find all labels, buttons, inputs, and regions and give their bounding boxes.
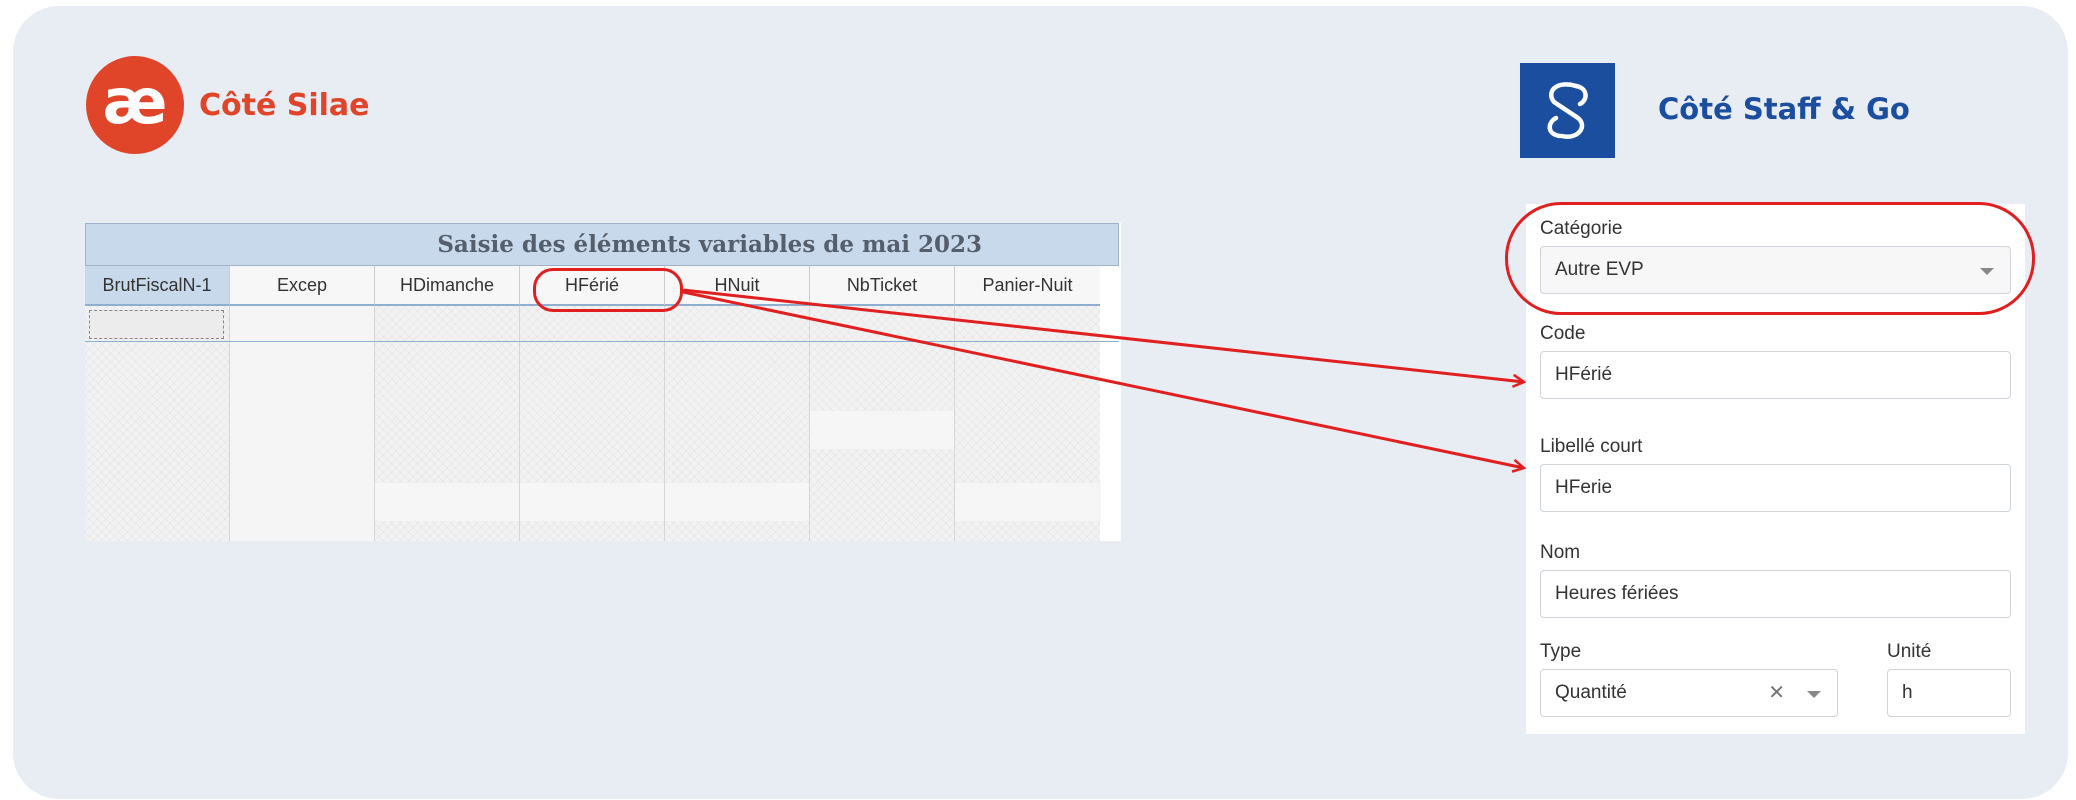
arrow-to-short-label [682,290,1524,468]
arrow-to-code [682,288,1524,382]
mapping-arrows [682,288,2076,800]
